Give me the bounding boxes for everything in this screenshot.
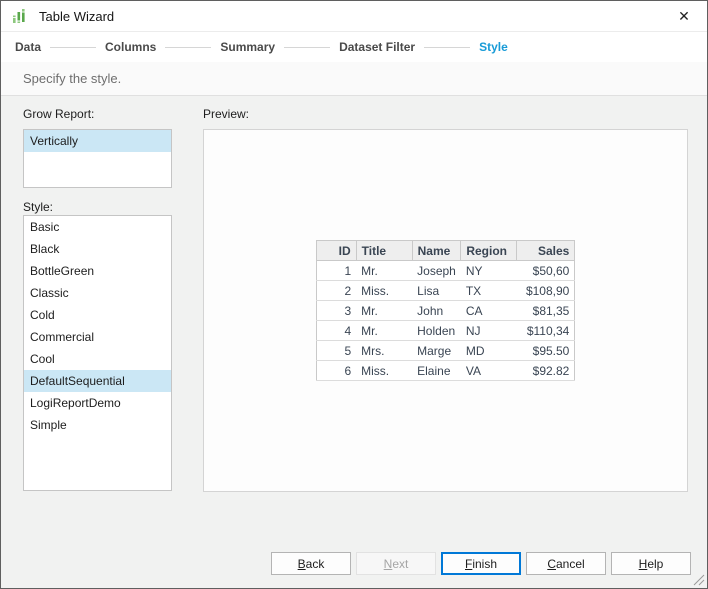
cell-id: 6 — [316, 360, 357, 381]
cell-region: VA — [460, 360, 517, 381]
preview-table-body: 1 Mr. Joseph NY $50,60 2 Miss. Lisa TX $108,90 3 Mr… — [316, 260, 575, 381]
cell-region: CA — [460, 300, 517, 321]
table-row: 6 Miss. Elaine VA $92.82 — [316, 360, 575, 381]
style-label: Style: — [23, 200, 54, 214]
step-dataset-filter[interactable]: Dataset Filter — [339, 40, 415, 54]
cell-name: Joseph — [412, 260, 461, 281]
style-option-cool[interactable]: Cool — [24, 348, 171, 370]
style-listbox[interactable]: Basic Black BottleGreen Classic Cold Commerci… — [23, 215, 172, 491]
cell-region: TX — [460, 280, 517, 301]
window-title: Table Wizard — [39, 8, 115, 24]
cell-sales: $81,35 — [516, 300, 575, 321]
next-button: Next — [356, 552, 436, 575]
title-bar: Table Wizard ✕ — [1, 1, 707, 32]
style-option-logireportdemo[interactable]: LogiReportDemo — [24, 392, 171, 414]
preview-label: Preview: — [203, 107, 250, 121]
table-row: 3 Mr. John CA $81,35 — [316, 300, 575, 321]
button-bar: Back Next Finish Cancel Help — [271, 552, 691, 575]
cell-title: Miss. — [356, 280, 413, 301]
style-option-commercial[interactable]: Commercial — [24, 326, 171, 348]
style-option-classic[interactable]: Classic — [24, 282, 171, 304]
cell-sales: $110,34 — [516, 320, 575, 341]
table-wizard-icon — [12, 7, 30, 25]
cell-title: Miss. — [356, 360, 413, 381]
cell-region: NY — [460, 260, 517, 281]
style-option-cold[interactable]: Cold — [24, 304, 171, 326]
cell-name: John — [412, 300, 461, 321]
resize-grip[interactable] — [691, 572, 705, 586]
cell-name: Marge — [412, 340, 461, 361]
column-header-name: Name — [411, 240, 462, 261]
step-connector — [165, 46, 212, 48]
grow-report-label: Grow Report: — [23, 107, 95, 121]
cancel-button[interactable]: Cancel — [526, 552, 606, 575]
cell-sales: $108,90 — [516, 280, 575, 301]
finish-button[interactable]: Finish — [441, 552, 521, 575]
close-icon[interactable]: ✕ — [669, 1, 699, 32]
step-columns[interactable]: Columns — [105, 40, 156, 54]
table-row: 1 Mr. Joseph NY $50,60 — [316, 260, 575, 281]
help-button[interactable]: Help — [611, 552, 691, 575]
column-header-region: Region — [460, 240, 518, 261]
cell-name: Holden — [412, 320, 461, 341]
cell-title: Mr. — [356, 320, 413, 341]
cell-name: Elaine — [412, 360, 461, 381]
grow-report-option-vertically[interactable]: Vertically — [24, 130, 171, 152]
table-wizard-dialog: Table Wizard ✕ Data Columns Summary Dataset… — [0, 0, 708, 589]
cell-id: 5 — [316, 340, 357, 361]
preview-table: ID Title Name Region Sales 1 Mr. Joseph NY $50,6… — [315, 240, 576, 381]
table-row: 4 Mr. Holden NJ $110,34 — [316, 320, 575, 341]
column-header-sales: Sales — [516, 240, 576, 261]
preview-table-header: ID Title Name Region Sales — [315, 240, 576, 261]
cell-region: MD — [460, 340, 517, 361]
step-connector — [284, 46, 331, 48]
grow-report-listbox[interactable]: Vertically — [23, 129, 172, 188]
cell-title: Mr. — [356, 260, 413, 281]
style-option-bottlegreen[interactable]: BottleGreen — [24, 260, 171, 282]
cell-title: Mrs. — [356, 340, 413, 361]
cell-id: 4 — [316, 320, 357, 341]
step-data[interactable]: Data — [15, 40, 41, 54]
cell-region: NJ — [460, 320, 517, 341]
style-option-basic[interactable]: Basic — [24, 216, 171, 238]
wizard-steps: Data Columns Summary Dataset Filter Style — [1, 32, 707, 62]
table-row: 5 Mrs. Marge MD $95.50 — [316, 340, 575, 361]
cell-id: 1 — [316, 260, 357, 281]
cell-sales: $92.82 — [516, 360, 575, 381]
step-summary[interactable]: Summary — [220, 40, 275, 54]
style-option-defaultsequential[interactable]: DefaultSequential — [24, 370, 171, 392]
style-option-simple[interactable]: Simple — [24, 414, 171, 436]
step-connector — [50, 46, 97, 48]
cell-id: 2 — [316, 280, 357, 301]
cell-name: Lisa — [412, 280, 461, 301]
step-connector — [424, 46, 471, 48]
table-row: 2 Miss. Lisa TX $108,90 — [316, 280, 575, 301]
back-button[interactable]: Back — [271, 552, 351, 575]
step-style[interactable]: Style — [479, 40, 508, 54]
column-header-id: ID — [315, 240, 357, 261]
cell-id: 3 — [316, 300, 357, 321]
cell-sales: $50,60 — [516, 260, 575, 281]
column-header-title: Title — [355, 240, 413, 261]
cell-title: Mr. — [356, 300, 413, 321]
style-option-black[interactable]: Black — [24, 238, 171, 260]
cell-sales: $95.50 — [516, 340, 575, 361]
preview-panel: ID Title Name Region Sales 1 Mr. Joseph NY $50,6… — [203, 129, 688, 492]
step-description: Specify the style. — [1, 62, 707, 96]
